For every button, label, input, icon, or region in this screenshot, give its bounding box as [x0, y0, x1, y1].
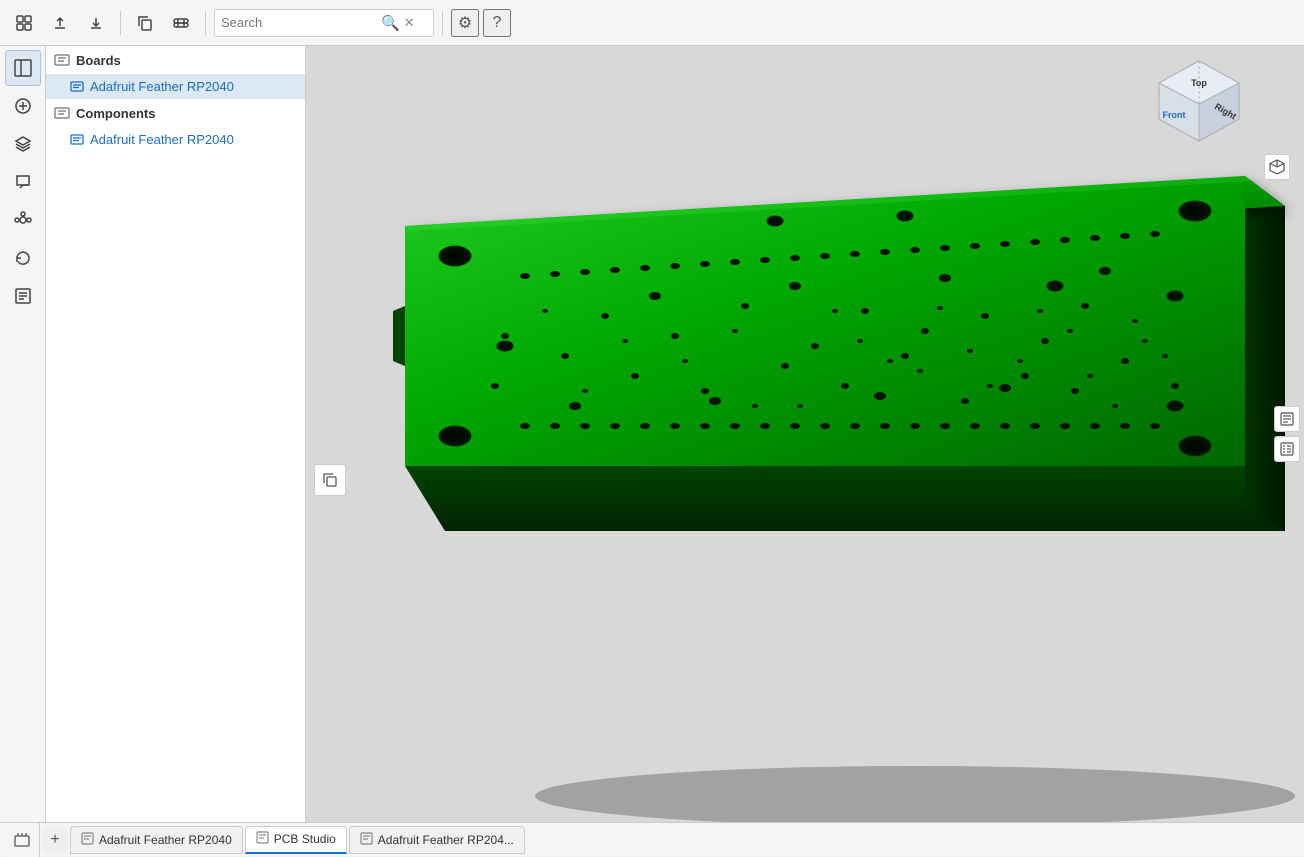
bottom-left-icon[interactable] [4, 823, 40, 857]
download-button[interactable] [80, 7, 112, 39]
tab-icon-1 [81, 832, 94, 848]
boards-section-header[interactable]: Boards [46, 46, 305, 74]
components-label: Components [76, 106, 155, 121]
separator-1 [120, 11, 121, 35]
tab-icon-2 [256, 831, 269, 847]
separator-2 [205, 11, 206, 35]
copy-button[interactable] [129, 7, 161, 39]
board-item-icon [70, 80, 84, 94]
viewport[interactable]: Top Right Front [306, 46, 1304, 822]
board-item-label: Adafruit Feather RP2040 [90, 79, 234, 94]
layers-button[interactable] [5, 126, 41, 162]
tab-label-2: PCB Studio [274, 832, 336, 846]
tab-bar: + Adafruit Feather RP2040 PCB Studio [0, 822, 1304, 856]
tab-label-3: Adafruit Feather RP204... [378, 833, 514, 847]
tab-feather-1[interactable]: Adafruit Feather RP2040 [70, 826, 243, 854]
tab-pcb-studio[interactable]: PCB Studio [245, 826, 347, 854]
search-box: 🔍 ✕ [214, 9, 434, 37]
connections-button[interactable] [5, 202, 41, 238]
components-section-header[interactable]: Components [46, 99, 305, 127]
history-button[interactable] [5, 240, 41, 276]
pcb-3d-view [306, 46, 1304, 822]
bom-button[interactable] [5, 278, 41, 314]
nav-cube[interactable]: Top Right Front [1154, 56, 1244, 146]
side-panel: Boards Adafruit Feather RP2040 Component… [46, 46, 306, 822]
separator-3 [442, 11, 443, 35]
svg-text:Front: Front [1163, 110, 1186, 120]
add-node-button[interactable] [5, 88, 41, 124]
new-tab-button[interactable]: + [42, 827, 68, 853]
toolbar: 🔍 ✕ ⚙ ? [0, 0, 1304, 46]
help-button[interactable]: ? [483, 9, 511, 37]
tab-feather-3[interactable]: Adafruit Feather RP204... [349, 826, 525, 854]
clear-search-icon[interactable]: ✕ [404, 15, 415, 31]
board-item-feather[interactable]: Adafruit Feather RP2040 [46, 74, 305, 99]
upload-button[interactable] [44, 7, 76, 39]
inspector-button[interactable] [1274, 436, 1300, 462]
component-item-feather[interactable]: Adafruit Feather RP2040 [46, 127, 305, 152]
boards-label: Boards [76, 53, 121, 68]
search-input[interactable] [221, 15, 381, 30]
component-item-icon [70, 133, 84, 147]
comments-button[interactable] [5, 164, 41, 200]
boards-icon [54, 52, 70, 68]
icon-rail [0, 46, 46, 822]
tab-label-1: Adafruit Feather RP2040 [99, 833, 232, 847]
floating-copy-button[interactable] [314, 464, 346, 496]
main-area: Boards Adafruit Feather RP2040 Component… [0, 46, 1304, 822]
link-button[interactable] [165, 7, 197, 39]
view-cube-button[interactable] [1264, 154, 1290, 180]
search-icon[interactable]: 🔍 [381, 14, 400, 32]
properties-button[interactable] [1274, 406, 1300, 432]
tab-icon-3 [360, 832, 373, 848]
right-panel-icons [1274, 406, 1300, 462]
menu-button[interactable] [8, 7, 40, 39]
panel-toggle-button[interactable] [5, 50, 41, 86]
components-icon [54, 105, 70, 121]
settings-button[interactable]: ⚙ [451, 9, 479, 37]
component-item-label: Adafruit Feather RP2040 [90, 132, 234, 147]
